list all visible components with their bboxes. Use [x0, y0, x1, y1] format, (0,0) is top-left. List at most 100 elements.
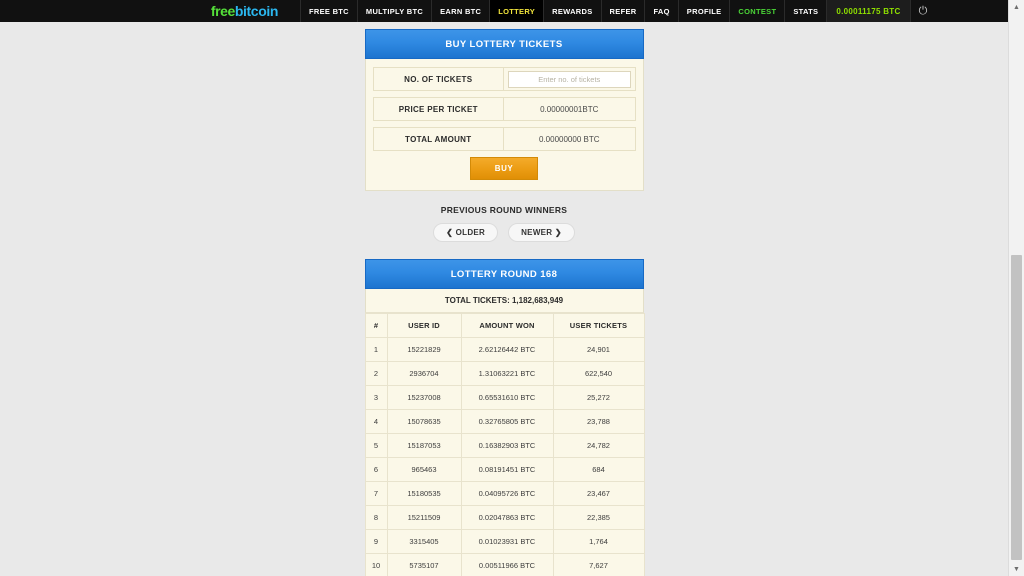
nav-item-lottery[interactable]: LOTTERY	[489, 0, 543, 22]
winner-user-id: 15180535	[387, 482, 461, 506]
winner-rank: 4	[365, 410, 387, 434]
site-logo[interactable]: freebitcoin	[0, 0, 300, 22]
newer-round-button[interactable]: NEWER ❯	[508, 223, 575, 242]
table-row: 3152370080.65531610 BTC25,272	[365, 386, 644, 410]
table-row: 8152115090.02047863 BTC22,385	[365, 506, 644, 530]
logo-text-bitcoin: bitcoin	[235, 3, 278, 19]
browser-viewport: freebitcoin FREE BTCMULTIPLY BTCEARN BTC…	[0, 0, 1008, 576]
nav-item-refer[interactable]: REFER	[601, 0, 645, 22]
winner-amount-won: 0.65531610 BTC	[461, 386, 553, 410]
buy-panel-body: NO. OF TICKETS PRICE PER TICKET 0.000000…	[365, 59, 644, 191]
winner-user-id: 15237008	[387, 386, 461, 410]
form-row-total-amount: TOTAL AMOUNT 0.00000000 BTC	[373, 127, 636, 151]
total-tickets-label: TOTAL TICKETS: 1,182,683,949	[365, 289, 644, 313]
nav-item-profile[interactable]: PROFILE	[678, 0, 730, 22]
winner-user-tickets: 25,272	[553, 386, 644, 410]
logout-power-icon[interactable]: ⏻	[910, 0, 936, 22]
nav-item-multiply-btc[interactable]: MULTIPLY BTC	[357, 0, 431, 22]
no-of-tickets-input[interactable]	[508, 71, 631, 88]
winner-user-tickets: 23,788	[553, 410, 644, 434]
winner-rank: 3	[365, 386, 387, 410]
winner-rank: 9	[365, 530, 387, 554]
buy-button-wrap: BUY	[373, 157, 636, 180]
no-of-tickets-cell	[504, 68, 635, 90]
winners-table-header-row: # USER ID AMOUNT WON USER TICKETS	[365, 314, 644, 338]
page-content: BUY LOTTERY TICKETS NO. OF TICKETS PRICE…	[0, 22, 1008, 576]
column-header-user-tickets: USER TICKETS	[553, 314, 644, 338]
winner-amount-won: 0.08191451 BTC	[461, 458, 553, 482]
scrollbar-up-arrow-icon[interactable]: ▲	[1009, 0, 1024, 14]
table-row: 1057351070.00511966 BTC7,627	[365, 554, 644, 576]
nav-item-faq[interactable]: FAQ	[644, 0, 677, 22]
page-scrollbar[interactable]: ▲ ▼	[1008, 0, 1024, 576]
form-row-price-per-ticket: PRICE PER TICKET 0.00000001BTC	[373, 97, 636, 121]
winner-amount-won: 0.04095726 BTC	[461, 482, 553, 506]
winner-user-id: 3315405	[387, 530, 461, 554]
table-row: 229367041.31063221 BTC622,540	[365, 362, 644, 386]
lottery-round-title: LOTTERY ROUND 168	[365, 259, 644, 289]
winner-user-tickets: 1,764	[553, 530, 644, 554]
nav-item-rewards[interactable]: REWARDS	[543, 0, 600, 22]
winner-amount-won: 0.02047863 BTC	[461, 506, 553, 530]
winner-user-tickets: 24,782	[553, 434, 644, 458]
table-row: 4150786350.32765805 BTC23,788	[365, 410, 644, 434]
form-row-no-of-tickets: NO. OF TICKETS	[373, 67, 636, 91]
winner-rank: 5	[365, 434, 387, 458]
table-row: 1152218292.62126442 BTC24,901	[365, 338, 644, 362]
round-pager: ❮ OLDER NEWER ❯	[365, 223, 644, 242]
winner-rank: 1	[365, 338, 387, 362]
table-row: 7151805350.04095726 BTC23,467	[365, 482, 644, 506]
older-round-button[interactable]: ❮ OLDER	[433, 223, 498, 242]
winner-user-id: 965463	[387, 458, 461, 482]
logo-text-free: free	[211, 3, 235, 19]
winner-amount-won: 2.62126442 BTC	[461, 338, 553, 362]
buy-panel-title: BUY LOTTERY TICKETS	[365, 29, 644, 59]
winner-user-tickets: 622,540	[553, 362, 644, 386]
winner-user-id: 2936704	[387, 362, 461, 386]
column-header-user-id: USER ID	[387, 314, 461, 338]
nav-item-free-btc[interactable]: FREE BTC	[300, 0, 357, 22]
column-header-amount-won: AMOUNT WON	[461, 314, 553, 338]
winner-amount-won: 0.32765805 BTC	[461, 410, 553, 434]
winners-table-body: 1152218292.62126442 BTC24,901229367041.3…	[365, 338, 644, 576]
winner-user-id: 15078635	[387, 410, 461, 434]
buy-button[interactable]: BUY	[470, 157, 538, 180]
winner-rank: 2	[365, 362, 387, 386]
top-navigation-bar: freebitcoin FREE BTCMULTIPLY BTCEARN BTC…	[0, 0, 1008, 22]
label-no-of-tickets: NO. OF TICKETS	[374, 68, 505, 90]
label-total-amount: TOTAL AMOUNT	[374, 128, 505, 150]
winners-table: # USER ID AMOUNT WON USER TICKETS 115221…	[365, 313, 645, 576]
buy-lottery-tickets-panel: BUY LOTTERY TICKETS NO. OF TICKETS PRICE…	[365, 29, 644, 191]
label-price-per-ticket: PRICE PER TICKET	[374, 98, 505, 120]
column-header-rank: #	[365, 314, 387, 338]
scrollbar-down-arrow-icon[interactable]: ▼	[1009, 562, 1024, 576]
winner-user-tickets: 23,467	[553, 482, 644, 506]
winner-rank: 10	[365, 554, 387, 576]
winner-rank: 8	[365, 506, 387, 530]
nav-item-earn-btc[interactable]: EARN BTC	[431, 0, 489, 22]
account-balance[interactable]: 0.00011175 BTC	[826, 0, 909, 22]
winner-user-id: 15211509	[387, 506, 461, 530]
winner-user-tickets: 24,901	[553, 338, 644, 362]
previous-round-winners-section: PREVIOUS ROUND WINNERS ❮ OLDER NEWER ❯	[365, 205, 644, 242]
winner-amount-won: 0.01023931 BTC	[461, 530, 553, 554]
winner-user-tickets: 7,627	[553, 554, 644, 576]
winner-amount-won: 0.00511966 BTC	[461, 554, 553, 576]
winner-user-id: 5735107	[387, 554, 461, 576]
winner-amount-won: 1.31063221 BTC	[461, 362, 553, 386]
winner-user-id: 15221829	[387, 338, 461, 362]
table-row: 69654630.08191451 BTC684	[365, 458, 644, 482]
winner-rank: 6	[365, 458, 387, 482]
winner-user-tickets: 22,385	[553, 506, 644, 530]
nav-item-contest[interactable]: CONTEST	[729, 0, 784, 22]
winner-amount-won: 0.16382903 BTC	[461, 434, 553, 458]
previous-round-winners-title: PREVIOUS ROUND WINNERS	[365, 205, 644, 215]
table-row: 933154050.01023931 BTC1,764	[365, 530, 644, 554]
scrollbar-thumb[interactable]	[1011, 255, 1022, 560]
table-row: 5151870530.16382903 BTC24,782	[365, 434, 644, 458]
winner-user-tickets: 684	[553, 458, 644, 482]
value-total-amount: 0.00000000 BTC	[504, 128, 635, 150]
value-price-per-ticket: 0.00000001BTC	[504, 98, 635, 120]
nav-items: FREE BTCMULTIPLY BTCEARN BTCLOTTERYREWAR…	[300, 0, 936, 22]
nav-item-stats[interactable]: STATS	[784, 0, 826, 22]
